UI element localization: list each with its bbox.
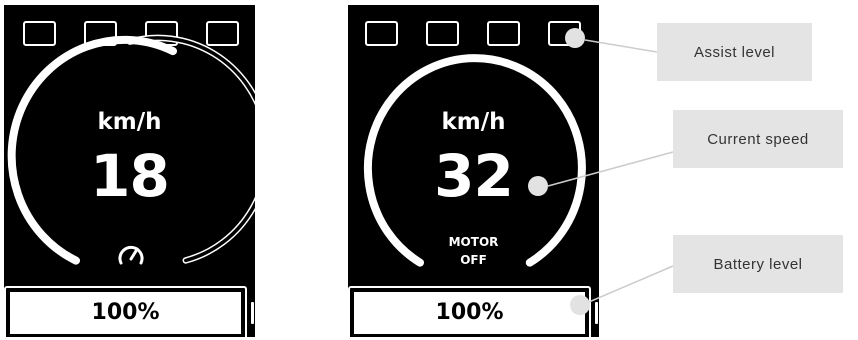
callout-current-speed: Current speed: [673, 110, 843, 168]
marker-dot-battery: [570, 295, 590, 315]
marker-dot-assist: [565, 28, 585, 48]
callout-assist-level: Assist level: [657, 23, 812, 81]
marker-dot-speed: [528, 176, 548, 196]
leader-line-battery: [581, 265, 674, 306]
leader-line-speed: [547, 151, 674, 187]
callout-battery-level: Battery level: [673, 235, 843, 293]
leader-line-assist: [584, 39, 658, 53]
